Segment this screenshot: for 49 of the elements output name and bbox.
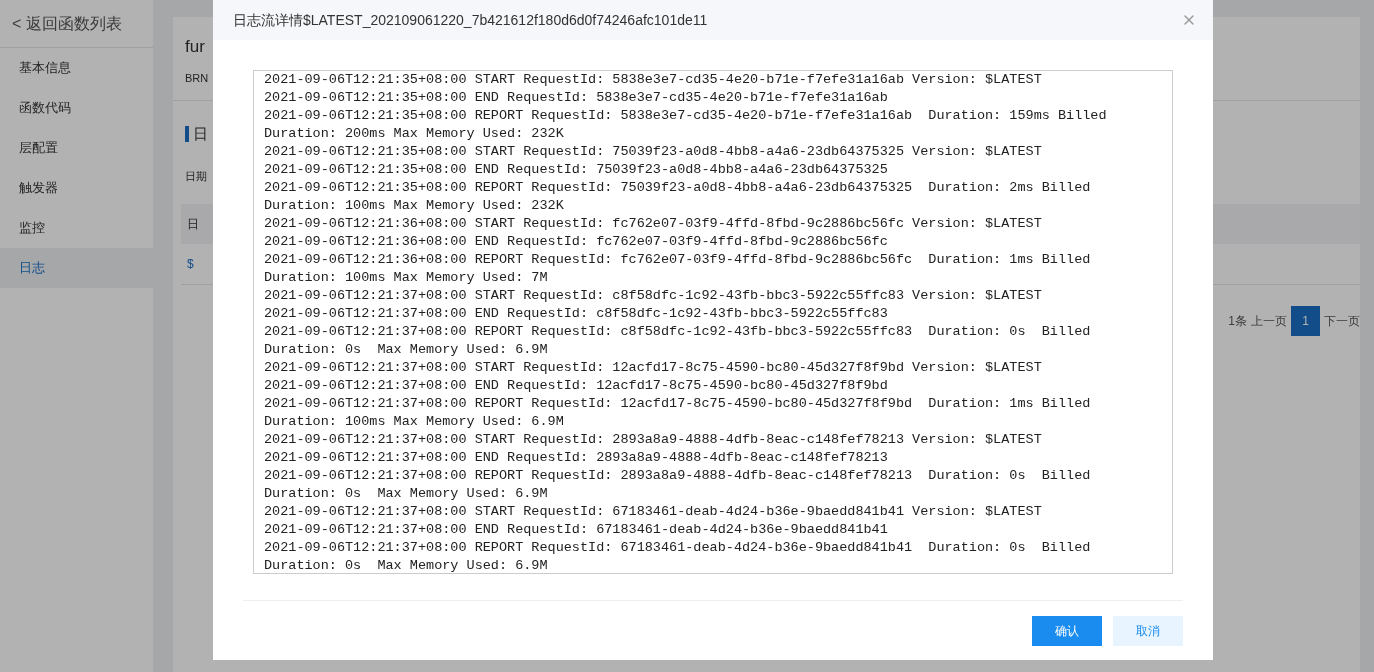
sidebar-item[interactable]: 函数代码 [0, 88, 153, 128]
dialog-title: 日志流详情$LATEST_202109061220_7b421612f180d6d0f74246afc101de11 [233, 10, 708, 30]
log-line: 2021-09-06T12:21:36+08:00 REPORT RequestId: fc762e07-03f9-4ffd-8fbd-9c2886bc56fc Duration: 1ms Billed [264, 251, 1091, 269]
log-line: 2021-09-06T12:21:37+08:00 REPORT RequestId: 12acfd17-8c75-4590-bc80-45d327f8f9bd Duration: 1ms Billed [264, 395, 1091, 413]
log-line: 2021-09-06T12:21:37+08:00 START RequestId: 67183461-deab-4d24-b36e-9baedd841b41 Version: $LATEST [264, 503, 1042, 521]
log-line: 2021-09-06T12:21:37+08:00 END RequestId: 2893a8a9-4888-4dfb-8eac-c148fef78213 [264, 449, 888, 467]
total-count: 1条 [1228, 313, 1247, 330]
log-line: 2021-09-06T12:21:37+08:00 REPORT RequestId: 2893a8a9-4888-4dfb-8eac-c148fef78213 Duration: 0s Billed [264, 467, 1091, 485]
function-subtitle: BRN [185, 71, 209, 86]
section-title: 日 [193, 124, 208, 144]
log-line: 2021-09-06T12:21:36+08:00 START RequestId: fc762e07-03f9-4ffd-8fbd-9c2886bc56fc Version: $LATEST [264, 215, 1042, 233]
back-link[interactable]: < 返回函数列表 [0, 0, 153, 48]
sidebar-item[interactable]: 触发器 [0, 168, 153, 208]
log-line: Duration: 0s Max Memory Used: 6.9M [264, 341, 548, 359]
log-line: 2021-09-06T12:21:37+08:00 REPORT RequestId: 67183461-deab-4d24-b36e-9baedd841b41 Duration: 0s Billed [264, 539, 1091, 557]
log-line: 2021-09-06T12:21:37+08:00 END RequestId: 67183461-deab-4d24-b36e-9baedd841b41 [264, 521, 888, 539]
log-line: Duration: 100ms Max Memory Used: 232K [264, 197, 564, 215]
log-line: 2021-09-06T12:21:35+08:00 END RequestId: 75039f23-a0d8-4bb8-a4a6-23db64375325 [264, 161, 888, 179]
sidebar-item[interactable]: 日志 [0, 248, 153, 288]
function-title: fur [185, 36, 205, 58]
log-line: 2021-09-06T12:21:36+08:00 END RequestId: fc762e07-03f9-4ffd-8fbd-9c2886bc56fc [264, 233, 888, 251]
log-line: Duration: 100ms Max Memory Used: 7M [264, 269, 548, 287]
section-marker [185, 126, 189, 143]
log-line: 2021-09-06T12:21:37+08:00 START RequestId: c8f58dfc-1c92-43fb-bbc3-5922c55ffc83 Version: $LATEST [264, 287, 1042, 305]
log-line: 2021-09-06T12:21:37+08:00 START RequestId: 12acfd17-8c75-4590-bc80-45d327f8f9bd Version: $LATEST [264, 359, 1042, 377]
log-line: 2021-09-06T12:21:35+08:00 START RequestId: 75039f23-a0d8-4bb8-a4a6-23db64375325 Version: $LATEST [264, 143, 1042, 161]
log-line: 2021-09-06T12:21:35+08:00 REPORT RequestId: 75039f23-a0d8-4bb8-a4a6-23db64375325 Duration: 2ms Billed [264, 179, 1091, 197]
table-cell[interactable]: $ [187, 255, 194, 273]
confirm-button[interactable]: 确认 [1032, 616, 1102, 646]
log-line: 2021-09-06T12:21:35+08:00 START RequestId: 5838e3e7-cd35-4e20-b71e-f7efe31a16ab Version: $LATEST [264, 71, 1042, 89]
filter-label: 日期 [185, 168, 207, 184]
log-line: 2021-09-06T12:21:35+08:00 END RequestId: 5838e3e7-cd35-4e20-b71e-f7efe31a16ab [264, 89, 888, 107]
prev-page-button[interactable]: 上一页 [1251, 312, 1287, 330]
sidebar-item[interactable]: 基本信息 [0, 48, 153, 88]
sidebar-item[interactable]: 层配置 [0, 128, 153, 168]
column-header: 日 [187, 216, 199, 233]
log-line: 2021-09-06T12:21:37+08:00 END RequestId: c8f58dfc-1c92-43fb-bbc3-5922c55ffc83 [264, 305, 888, 323]
log-line: Duration: 0s Max Memory Used: 6.9M [264, 485, 548, 503]
sidebar-item[interactable]: 监控 [0, 208, 153, 248]
next-page-button[interactable]: 下一页 [1324, 312, 1360, 330]
log-line: 2021-09-06T12:21:37+08:00 REPORT RequestId: c8f58dfc-1c92-43fb-bbc3-5922c55ffc83 Duration: 0s Billed [264, 323, 1091, 341]
log-line: Duration: 200ms Max Memory Used: 232K [264, 125, 564, 143]
log-line: 2021-09-06T12:21:35+08:00 REPORT RequestId: 5838e3e7-cd35-4e20-b71e-f7efe31a16ab Duration: 159ms Billed [264, 107, 1107, 125]
log-line: 2021-09-06T12:21:37+08:00 START RequestId: 2893a8a9-4888-4dfb-8eac-c148fef78213 Version: $LATEST [264, 431, 1042, 449]
cancel-button[interactable]: 取消 [1113, 616, 1183, 646]
log-line: Duration: 100ms Max Memory Used: 6.9M [264, 413, 564, 431]
page-button[interactable]: 1 [1291, 306, 1320, 336]
log-line: Duration: 0s Max Memory Used: 6.9M [264, 557, 548, 573]
log-line: 2021-09-06T12:21:37+08:00 END RequestId: 12acfd17-8c75-4590-bc80-45d327f8f9bd [264, 377, 888, 395]
